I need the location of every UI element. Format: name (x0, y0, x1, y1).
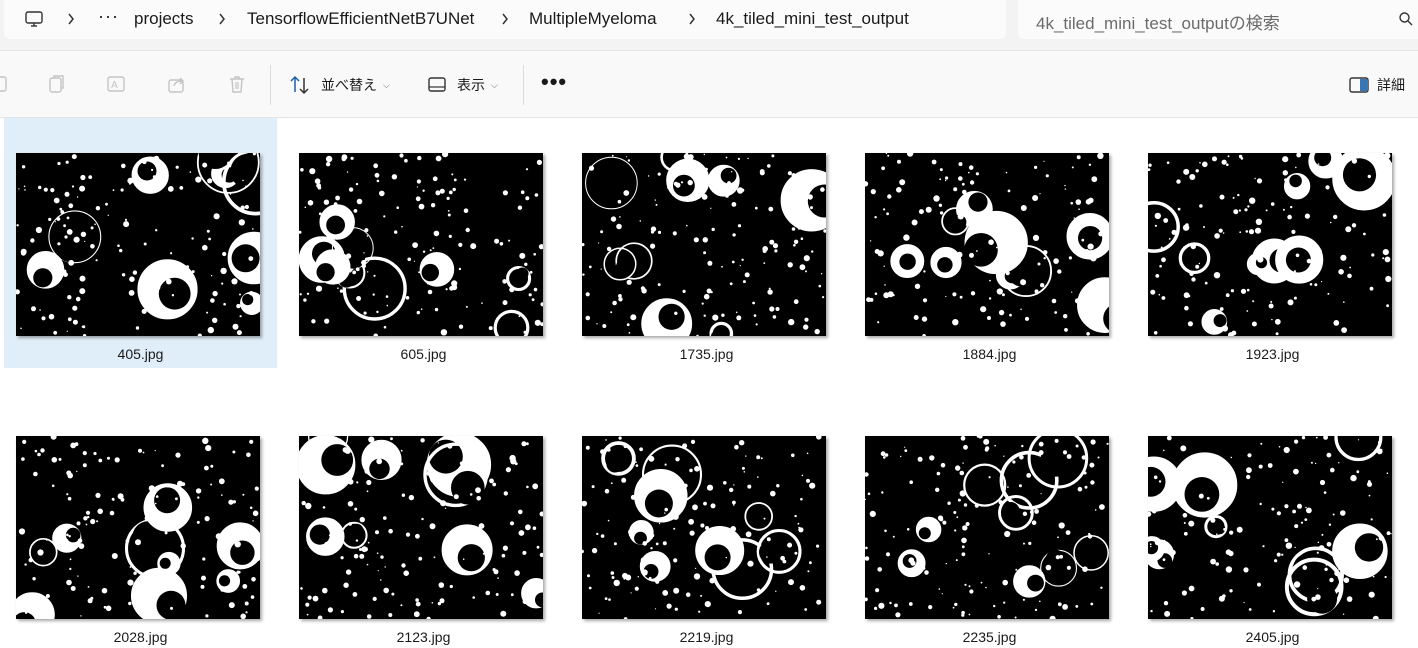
breadcrumb-multiplemyeloma[interactable]: MultipleMyeloma (529, 9, 657, 29)
file-name: 1735.jpg (679, 346, 734, 362)
chevron-right-icon[interactable] (217, 11, 227, 27)
address-row: ··· projects TensorflowEfficientNetB7UNe… (0, 0, 1418, 50)
file-thumbnail[interactable] (865, 436, 1109, 619)
file-name: 605.jpg (400, 346, 447, 362)
chevron-down-icon: ⌵ (491, 79, 498, 90)
view-label: 表示 (457, 77, 485, 93)
view-icon (428, 77, 446, 92)
sort-button[interactable]: 並べ替え ⌵ (289, 71, 390, 99)
file-thumbnail[interactable] (16, 436, 260, 619)
file-name: 1884.jpg (962, 346, 1017, 362)
file-item[interactable]: 2219.jpg (570, 401, 843, 648)
file-thumbnail[interactable] (582, 436, 826, 619)
file-name: 2405.jpg (1245, 629, 1300, 645)
chevron-right-icon[interactable] (66, 11, 76, 27)
file-item[interactable]: 1923.jpg (1136, 118, 1409, 368)
this-pc-icon[interactable] (24, 9, 44, 29)
file-item[interactable]: 1735.jpg (570, 118, 843, 368)
address-bar[interactable]: ··· projects TensorflowEfficientNetB7UNe… (4, 0, 1006, 39)
search-icon[interactable] (1398, 11, 1414, 27)
file-name: 2219.jpg (679, 629, 734, 645)
file-name: 405.jpg (117, 346, 164, 362)
toolbar-divider (270, 65, 271, 105)
breadcrumb-current-folder[interactable]: 4k_tiled_mini_test_output (716, 9, 909, 29)
sort-icon (290, 75, 309, 95)
delete-icon[interactable] (226, 73, 248, 95)
breadcrumb-tensorflow[interactable]: TensorflowEfficientNetB7UNet (247, 9, 474, 29)
file-name: 1923.jpg (1245, 346, 1300, 362)
file-thumbnail[interactable] (1148, 153, 1392, 336)
file-item[interactable]: 605.jpg (287, 118, 560, 368)
cut-icon[interactable] (0, 73, 12, 95)
file-thumbnail[interactable] (299, 436, 543, 619)
file-item[interactable]: 2123.jpg (287, 401, 560, 648)
share-icon[interactable] (166, 73, 188, 95)
file-grid: 405.jpg 605.jpg 1735.jpg 1884.jpg 1923.jpg 20… (0, 118, 1418, 648)
file-item[interactable]: 405.jpg (4, 118, 277, 368)
svg-text:A: A (111, 80, 118, 91)
sort-label: 並べ替え (321, 77, 377, 93)
details-pane-icon (1349, 77, 1369, 93)
command-bar: A 並べ替え ⌵ 表示 ⌵ ••• 詳細 (0, 50, 1418, 118)
breadcrumb-projects[interactable]: projects (134, 9, 194, 29)
rename-icon[interactable]: A (105, 73, 127, 95)
details-button[interactable]: 詳細 (1349, 71, 1405, 99)
chevron-down-icon: ⌵ (383, 79, 390, 90)
file-name: 2235.jpg (962, 629, 1017, 645)
file-thumbnail[interactable] (865, 153, 1109, 336)
breadcrumb-overflow[interactable]: ··· (98, 6, 119, 27)
chevron-right-icon[interactable] (500, 11, 510, 27)
file-item[interactable]: 2028.jpg (4, 401, 277, 648)
file-thumbnail[interactable] (16, 153, 260, 336)
file-item[interactable]: 2405.jpg (1136, 401, 1409, 648)
chevron-right-icon[interactable] (687, 11, 697, 27)
search-input[interactable]: 4k_tiled_mini_test_outputの検索 (1018, 0, 1418, 39)
view-button[interactable]: 表示 ⌵ (427, 71, 498, 99)
file-name: 2028.jpg (113, 629, 168, 645)
file-item[interactable]: 1884.jpg (853, 118, 1126, 368)
file-thumbnail[interactable] (1148, 436, 1392, 619)
copy-icon[interactable] (46, 73, 68, 95)
details-label: 詳細 (1377, 77, 1405, 93)
more-options-button[interactable]: ••• (541, 71, 567, 93)
search-placeholder: 4k_tiled_mini_test_outputの検索 (1036, 14, 1280, 33)
file-item[interactable]: 2235.jpg (853, 401, 1126, 648)
toolbar-divider (523, 65, 524, 105)
file-thumbnail[interactable] (582, 153, 826, 336)
file-name: 2123.jpg (396, 629, 451, 645)
file-thumbnail[interactable] (299, 153, 543, 336)
